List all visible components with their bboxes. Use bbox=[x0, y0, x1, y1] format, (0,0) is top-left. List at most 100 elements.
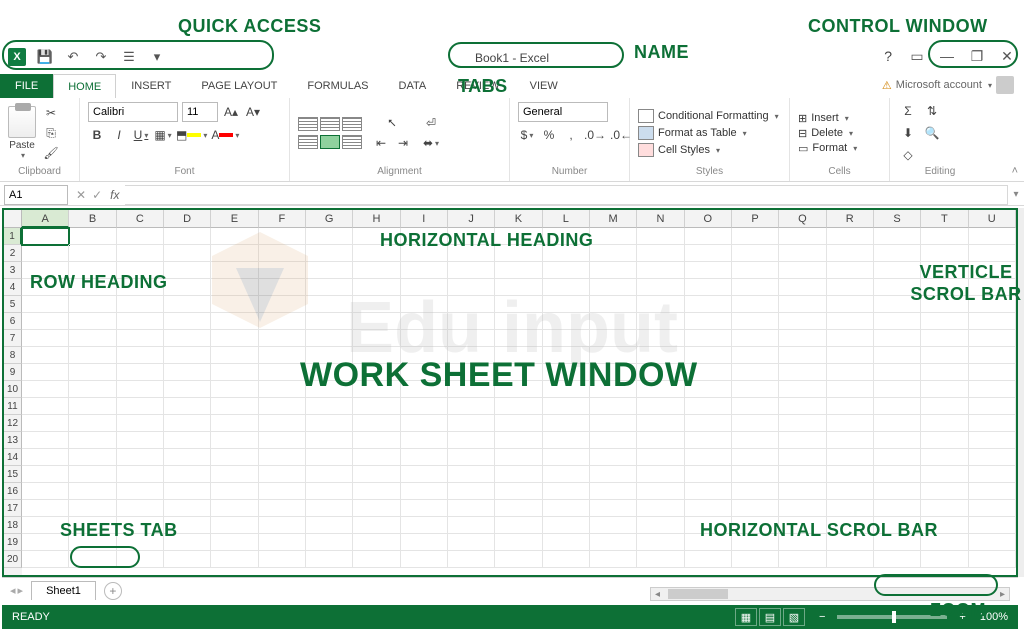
cell[interactable] bbox=[779, 483, 826, 500]
cell[interactable] bbox=[685, 279, 732, 296]
cell[interactable] bbox=[827, 449, 874, 466]
cell[interactable] bbox=[69, 398, 116, 415]
row-header[interactable]: 13 bbox=[4, 432, 22, 449]
cell[interactable] bbox=[921, 330, 968, 347]
cell[interactable] bbox=[969, 381, 1016, 398]
cell[interactable] bbox=[874, 534, 921, 551]
cell[interactable] bbox=[448, 330, 495, 347]
cell[interactable] bbox=[211, 279, 258, 296]
cell[interactable] bbox=[543, 330, 590, 347]
cell[interactable] bbox=[732, 313, 779, 330]
cell[interactable] bbox=[637, 398, 684, 415]
cell[interactable] bbox=[495, 398, 542, 415]
row-header[interactable]: 9 bbox=[4, 364, 22, 381]
column-header[interactable]: E bbox=[211, 210, 258, 228]
view-page-break-icon[interactable]: ▧ bbox=[783, 608, 805, 626]
cell[interactable] bbox=[637, 551, 684, 568]
cell[interactable] bbox=[353, 381, 400, 398]
cell[interactable] bbox=[69, 347, 116, 364]
cell[interactable] bbox=[448, 551, 495, 568]
cell[interactable] bbox=[69, 500, 116, 517]
cell[interactable] bbox=[306, 449, 353, 466]
minimize-button[interactable]: — bbox=[936, 46, 958, 66]
cell[interactable] bbox=[306, 483, 353, 500]
cell[interactable] bbox=[732, 466, 779, 483]
cell[interactable] bbox=[401, 500, 448, 517]
cell[interactable] bbox=[637, 432, 684, 449]
cell[interactable] bbox=[969, 245, 1016, 262]
cell[interactable] bbox=[969, 517, 1016, 534]
cell[interactable] bbox=[827, 398, 874, 415]
cell[interactable] bbox=[259, 449, 306, 466]
shrink-font-icon[interactable]: A▾ bbox=[244, 103, 262, 121]
cell[interactable] bbox=[921, 245, 968, 262]
cell[interactable] bbox=[164, 279, 211, 296]
cell[interactable] bbox=[401, 347, 448, 364]
cell[interactable] bbox=[637, 517, 684, 534]
cell[interactable] bbox=[401, 296, 448, 313]
cell[interactable] bbox=[448, 483, 495, 500]
cell[interactable] bbox=[685, 551, 732, 568]
cell[interactable] bbox=[448, 245, 495, 262]
font-name-select[interactable] bbox=[88, 102, 178, 122]
cell[interactable] bbox=[448, 500, 495, 517]
cell[interactable] bbox=[543, 432, 590, 449]
cell[interactable] bbox=[401, 228, 448, 245]
cell[interactable] bbox=[69, 330, 116, 347]
column-header[interactable]: Q bbox=[779, 210, 826, 228]
tab-view[interactable]: VIEW bbox=[515, 74, 573, 98]
cell[interactable] bbox=[827, 415, 874, 432]
cell[interactable] bbox=[637, 279, 684, 296]
cell[interactable] bbox=[448, 347, 495, 364]
cell[interactable] bbox=[874, 330, 921, 347]
cell[interactable] bbox=[590, 381, 637, 398]
collapse-ribbon-icon[interactable]: ˄ bbox=[1012, 165, 1018, 177]
cell[interactable] bbox=[590, 296, 637, 313]
cell[interactable] bbox=[969, 347, 1016, 364]
zoom-slider[interactable] bbox=[837, 615, 947, 619]
excel-icon[interactable]: X bbox=[8, 48, 26, 66]
cell[interactable] bbox=[211, 330, 258, 347]
cell[interactable] bbox=[306, 500, 353, 517]
cell[interactable] bbox=[779, 245, 826, 262]
cell[interactable] bbox=[211, 551, 258, 568]
cell[interactable] bbox=[259, 415, 306, 432]
cell[interactable] bbox=[732, 347, 779, 364]
column-header[interactable]: J bbox=[448, 210, 495, 228]
cell[interactable] bbox=[211, 415, 258, 432]
cell[interactable] bbox=[495, 228, 542, 245]
cell[interactable] bbox=[732, 415, 779, 432]
cell[interactable] bbox=[164, 483, 211, 500]
cell[interactable] bbox=[969, 262, 1016, 279]
zoom-level[interactable]: 100% bbox=[970, 611, 1018, 623]
cell[interactable] bbox=[495, 313, 542, 330]
cell[interactable] bbox=[401, 364, 448, 381]
cell[interactable] bbox=[117, 466, 164, 483]
paste-button[interactable]: Paste▾ bbox=[8, 106, 36, 160]
cell[interactable] bbox=[685, 432, 732, 449]
cell[interactable] bbox=[306, 245, 353, 262]
copy-icon[interactable]: ⎘ bbox=[42, 124, 60, 142]
cell[interactable] bbox=[590, 500, 637, 517]
cell[interactable] bbox=[543, 381, 590, 398]
cell[interactable] bbox=[69, 449, 116, 466]
sheet-nav-next-icon[interactable]: ▸ bbox=[18, 584, 24, 597]
cell[interactable] bbox=[401, 415, 448, 432]
cell[interactable] bbox=[921, 517, 968, 534]
cell[interactable] bbox=[22, 381, 69, 398]
cell[interactable] bbox=[543, 398, 590, 415]
sheet-tab-sheet1[interactable]: Sheet1 bbox=[31, 581, 96, 600]
cell[interactable] bbox=[685, 534, 732, 551]
cell[interactable] bbox=[353, 500, 400, 517]
cell[interactable] bbox=[874, 228, 921, 245]
cell[interactable] bbox=[306, 313, 353, 330]
cell[interactable] bbox=[685, 466, 732, 483]
cell[interactable] bbox=[590, 228, 637, 245]
cell[interactable] bbox=[306, 398, 353, 415]
cell[interactable] bbox=[164, 449, 211, 466]
cell[interactable] bbox=[353, 228, 400, 245]
cell[interactable] bbox=[259, 398, 306, 415]
cell[interactable] bbox=[543, 245, 590, 262]
cell[interactable] bbox=[69, 534, 116, 551]
cell[interactable] bbox=[69, 262, 116, 279]
